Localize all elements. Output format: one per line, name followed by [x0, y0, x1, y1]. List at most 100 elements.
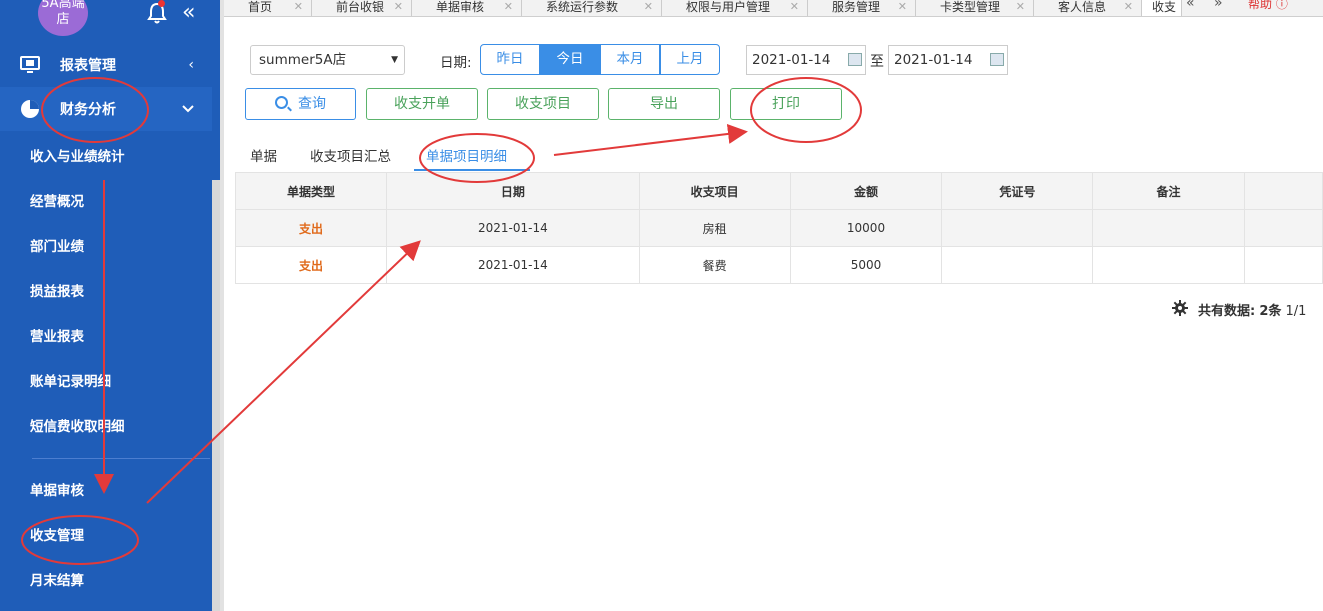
- pagination-summary: 共有数据: 2条 1/1: [1198, 300, 1306, 319]
- query-label: 查询: [298, 96, 326, 112]
- tab-cashier[interactable]: 前台收银 ✕: [312, 0, 412, 16]
- caret-down-icon: ▼: [391, 55, 398, 65]
- tab-label: 权限与用户管理: [686, 0, 771, 14]
- close-icon[interactable]: ✕: [394, 0, 403, 13]
- subtab-item-summary[interactable]: 收支项目汇总: [310, 145, 391, 165]
- column-header[interactable]: 金额: [789, 172, 943, 210]
- cell-overflow: [1243, 209, 1323, 247]
- tab-permissions[interactable]: 权限与用户管理 ✕: [662, 0, 808, 16]
- pie-chart-icon: [21, 100, 39, 118]
- sidebar-item-profit-loss[interactable]: 损益报表: [0, 268, 212, 312]
- page-indicator: 1/1: [1285, 304, 1307, 319]
- subtab-bills[interactable]: 单据: [250, 145, 277, 165]
- sidebar: 5A高端店 « 报表管理 ‹ 财务分析 收入与业绩统计 经营概况 部门业绩 损益…: [0, 0, 220, 611]
- close-icon[interactable]: ✕: [644, 0, 653, 13]
- monitor-icon: [20, 56, 40, 73]
- income-expense-items-button[interactable]: 收支项目: [487, 88, 599, 120]
- subtab-bill-item-detail[interactable]: 单据项目明细: [426, 145, 507, 165]
- table-row[interactable]: 支出 2021-01-14 餐费 5000: [234, 246, 1323, 284]
- export-button[interactable]: 导出: [608, 88, 720, 120]
- close-icon[interactable]: ✕: [898, 0, 907, 13]
- range-last-month[interactable]: 上月: [660, 44, 720, 75]
- sidebar-scrollbar[interactable]: [212, 180, 220, 611]
- close-icon[interactable]: ✕: [1124, 0, 1133, 13]
- store-select[interactable]: summer5A店 ▼: [250, 45, 405, 75]
- close-icon[interactable]: ✕: [504, 0, 513, 13]
- close-icon[interactable]: ✕: [1016, 0, 1025, 13]
- tab-label: 卡类型管理: [940, 0, 1001, 14]
- print-button[interactable]: 打印: [730, 88, 842, 120]
- tab-card-types[interactable]: 卡类型管理 ✕: [916, 0, 1034, 16]
- active-subtab-indicator: [414, 169, 530, 171]
- total-label: 共有数据:: [1198, 304, 1256, 319]
- tab-income-expense[interactable]: 收支: [1142, 0, 1182, 16]
- date-label: 日期:: [440, 55, 472, 71]
- menu-group-label: 财务分析: [60, 102, 116, 118]
- calendar-icon[interactable]: [848, 53, 862, 66]
- cell-note: [1092, 246, 1245, 284]
- gear-icon[interactable]: [1172, 300, 1188, 316]
- start-date-input[interactable]: 2021-01-14: [746, 45, 866, 75]
- sidebar-item-business-report[interactable]: 营业报表: [0, 313, 212, 357]
- tab-guest-info[interactable]: 客人信息 ✕: [1034, 0, 1142, 16]
- menu-group-finance[interactable]: 财务分析: [0, 87, 212, 131]
- start-date-value: 2021-01-14: [752, 52, 831, 68]
- tab-prev-icon[interactable]: «: [1186, 0, 1195, 16]
- tab-system-params[interactable]: 系统运行参数 ✕: [522, 0, 662, 16]
- table-header-row: 单据类型 日期 收支项目 金额 凭证号 备注: [234, 172, 1323, 210]
- sidebar-item-month-end[interactable]: 月末结算: [0, 557, 212, 601]
- help-link[interactable]: 帮助 ⓘ: [1248, 0, 1288, 16]
- calendar-icon[interactable]: [990, 53, 1004, 66]
- column-header[interactable]: 单据类型: [234, 172, 388, 210]
- column-header[interactable]: 收支项目: [638, 172, 791, 210]
- range-yesterday[interactable]: 昨日: [480, 44, 540, 75]
- cell-voucher: [941, 246, 1094, 284]
- cell-bill-type: 支出: [234, 246, 388, 284]
- to-label: 至: [870, 54, 884, 70]
- table-row[interactable]: 支出 2021-01-14 房租 10000: [234, 209, 1323, 247]
- chevron-left-icon: ‹: [188, 57, 194, 73]
- column-header[interactable]: 备注: [1092, 172, 1245, 210]
- collapse-sidebar-icon[interactable]: «: [182, 0, 195, 25]
- tab-services[interactable]: 服务管理 ✕: [808, 0, 916, 16]
- tab-bar: 首页 ✕ 前台收银 ✕ 单据审核 ✕ 系统运行参数 ✕ 权限与用户管理 ✕ 服务管理 ✕ 卡…: [224, 0, 1323, 17]
- chevron-down-icon: [182, 101, 194, 117]
- tab-home[interactable]: 首页 ✕: [224, 0, 312, 16]
- total-count: 2条: [1259, 304, 1282, 319]
- sidebar-item-bill-audit[interactable]: 单据审核: [0, 467, 212, 511]
- sidebar-item-overview[interactable]: 经营概况: [0, 178, 212, 222]
- column-header[interactable]: 凭证号: [941, 172, 1094, 210]
- close-icon[interactable]: ✕: [790, 0, 799, 13]
- range-today[interactable]: 今日: [540, 44, 600, 75]
- tab-label: 系统运行参数: [546, 0, 619, 14]
- tab-next-icon[interactable]: »: [1214, 0, 1223, 16]
- end-date-input[interactable]: 2021-01-14: [888, 45, 1008, 75]
- notification-dot: [158, 0, 165, 7]
- tab-label: 单据审核: [436, 0, 485, 14]
- cell-bill-type: 支出: [234, 209, 388, 247]
- column-header-overflow: [1243, 172, 1323, 210]
- detail-table: 单据类型 日期 收支项目 金额 凭证号 备注 支出 2021-01-14 房租 …: [234, 172, 1323, 284]
- store-select-value: summer5A店: [259, 52, 347, 68]
- bell-icon[interactable]: [146, 2, 168, 24]
- sidebar-item-dept-performance[interactable]: 部门业绩: [0, 223, 212, 267]
- column-header[interactable]: 日期: [386, 172, 640, 210]
- main-content: 首页 ✕ 前台收银 ✕ 单据审核 ✕ 系统运行参数 ✕ 权限与用户管理 ✕ 服务管理 ✕ 卡…: [220, 0, 1323, 611]
- search-icon: [275, 96, 288, 109]
- sidebar-item-revenue-stats[interactable]: 收入与业绩统计: [0, 133, 212, 177]
- open-bill-button[interactable]: 收支开单: [366, 88, 478, 120]
- close-icon[interactable]: ✕: [294, 0, 303, 13]
- tab-bill-audit[interactable]: 单据审核 ✕: [412, 0, 522, 16]
- sidebar-item-sms-fees[interactable]: 短信费收取明细: [0, 403, 212, 447]
- cell-voucher: [941, 209, 1094, 247]
- tab-label: 客人信息: [1058, 0, 1107, 14]
- end-date-value: 2021-01-14: [894, 52, 973, 68]
- sidebar-item-income-expense[interactable]: 收支管理: [0, 512, 212, 556]
- sidebar-item-bill-records[interactable]: 账单记录明细: [0, 358, 212, 402]
- tab-label: 服务管理: [832, 0, 881, 14]
- tab-label: 首页: [248, 0, 273, 14]
- menu-group-label: 报表管理: [60, 58, 116, 74]
- range-this-month[interactable]: 本月: [600, 44, 660, 75]
- query-button[interactable]: 查询: [245, 88, 356, 120]
- menu-group-reports[interactable]: 报表管理 ‹: [0, 43, 212, 87]
